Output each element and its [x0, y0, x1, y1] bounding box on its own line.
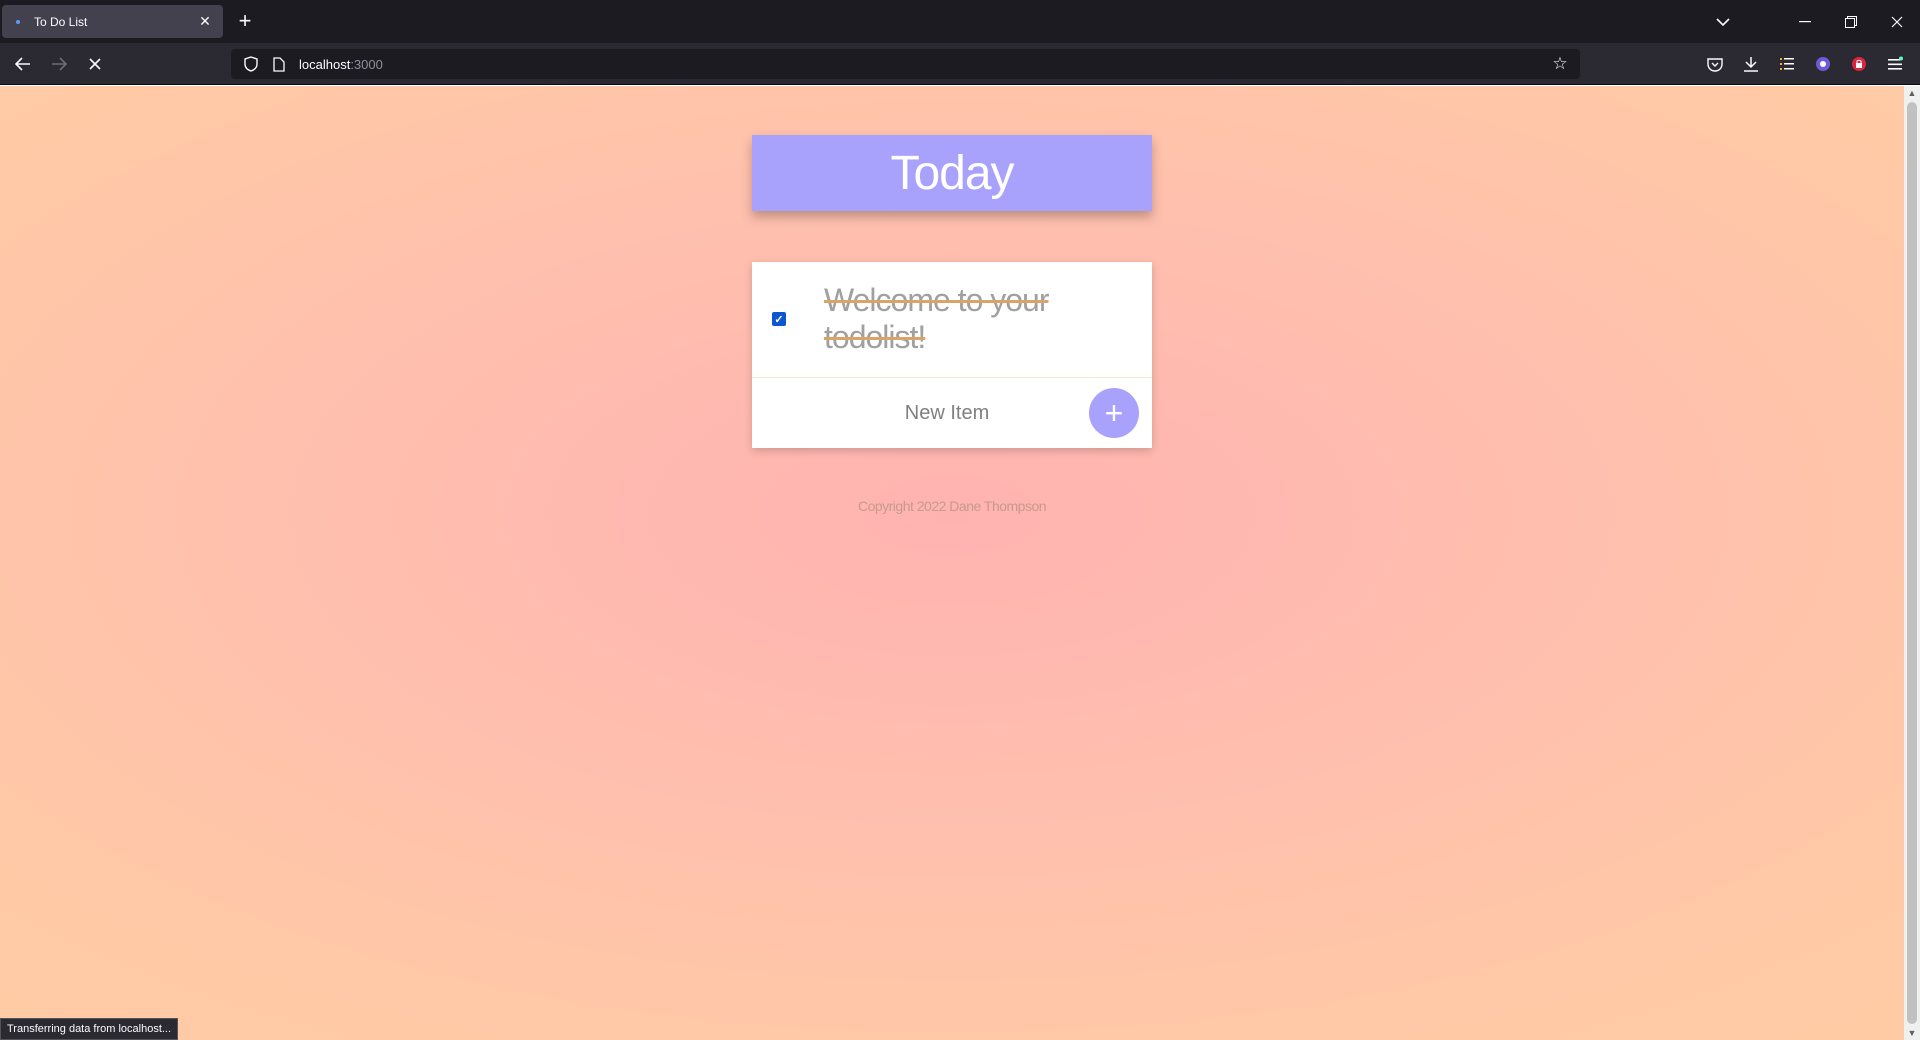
new-tab-button[interactable]: +	[231, 7, 259, 35]
item-checkbox[interactable]: ✓	[772, 312, 786, 326]
lock-extension-icon[interactable]	[1845, 50, 1873, 78]
restore-icon[interactable]	[1828, 0, 1874, 43]
page-info-icon[interactable]	[265, 50, 293, 78]
minimize-icon[interactable]	[1782, 0, 1828, 43]
page-title: Today	[890, 146, 1014, 200]
scroll-up-icon[interactable]: ▲	[1904, 86, 1920, 100]
forward-arrow-icon[interactable]	[43, 48, 75, 80]
tab-bar: To Do List ✕ +	[0, 0, 1920, 43]
bookmark-star-icon[interactable]: ☆	[1546, 50, 1574, 78]
list-item: ✓ Welcome to your todolist!	[752, 262, 1152, 378]
add-item-button[interactable]: +	[1089, 388, 1139, 438]
scroll-down-icon[interactable]: ▼	[1904, 1026, 1920, 1040]
url-host: localhost	[299, 56, 351, 72]
navigation-toolbar: localhost:3000 ☆	[0, 43, 1920, 85]
todo-card: ✓ Welcome to your todolist! New Item +	[752, 262, 1152, 448]
new-item-input[interactable]: New Item	[842, 396, 1052, 430]
stop-loading-icon[interactable]	[79, 48, 111, 80]
tab-title: To Do List	[34, 14, 88, 29]
pocket-icon[interactable]	[1701, 50, 1729, 78]
close-tab-icon[interactable]: ✕	[193, 10, 217, 34]
footer-copyright: Copyright 2022 Dane Thompson	[857, 498, 1047, 514]
tab-to-do-list[interactable]: To Do List ✕	[2, 5, 223, 38]
library-icon[interactable]	[1773, 50, 1801, 78]
menu-hamburger-icon[interactable]	[1881, 50, 1909, 78]
close-window-icon[interactable]	[1874, 0, 1920, 43]
heading-box: Today	[752, 135, 1152, 211]
scrollbar-thumb[interactable]	[1907, 102, 1917, 1024]
tracking-protection-shield-icon[interactable]	[237, 50, 265, 78]
new-item-form: New Item +	[752, 378, 1152, 448]
extension-icon[interactable]	[1809, 50, 1837, 78]
status-bar: Transferring data from localhost...	[0, 1018, 179, 1040]
back-arrow-icon[interactable]	[7, 48, 39, 80]
url-port: :3000	[350, 56, 383, 72]
item-label: Welcome to your todolist!	[824, 282, 1050, 355]
url-text[interactable]: localhost:3000	[299, 57, 1546, 72]
list-all-tabs-icon[interactable]	[1700, 0, 1746, 43]
vertical-scrollbar[interactable]: ▲ ▼	[1904, 86, 1920, 1040]
page-viewport: Today ✓ Welcome to your todolist! New It…	[0, 86, 1904, 1040]
address-bar[interactable]: localhost:3000 ☆	[231, 49, 1580, 79]
favicon-icon	[10, 14, 26, 30]
downloads-icon[interactable]	[1737, 50, 1765, 78]
